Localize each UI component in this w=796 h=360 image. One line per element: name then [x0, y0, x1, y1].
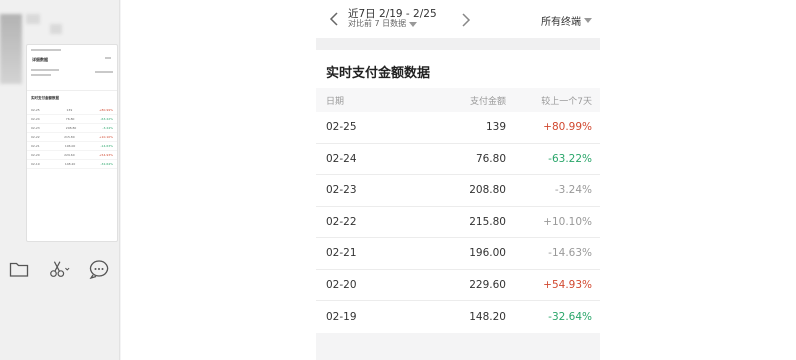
caret-down-icon	[409, 22, 418, 28]
terminal-filter-dropdown[interactable]: 所有终端	[541, 13, 592, 28]
column-header-amount: 支付金额	[469, 96, 506, 107]
thumbnail-table: 02-25 139 +80.99% 02-24 76.80 -63.22% 02-23 208…	[27, 106, 117, 169]
row-change: -3.24%	[554, 184, 592, 197]
thumbnail-row-date: 02-21	[31, 144, 40, 148]
thumbnail-row-change: -32.64%	[100, 162, 113, 166]
thumbnail-row-change: -3.24%	[102, 126, 113, 130]
table-body: 02-25 139 +80.99% 02-24 76.80 -63.22% 02…	[316, 112, 600, 333]
chevron-right-icon	[462, 13, 471, 27]
date-range-bar: 近7日 2/19 - 2/25 对比前 7 日数据 所有终端	[316, 0, 600, 38]
row-change: -14.63%	[548, 247, 592, 260]
table-row[interactable]: 02-25 139 +80.99%	[316, 112, 600, 144]
thumbnail-row-date: 02-22	[31, 135, 40, 139]
compare-text: 对比前 7 日数据	[348, 19, 407, 29]
row-amount: 196.00	[469, 247, 506, 260]
terminal-filter-label: 所有终端	[541, 17, 581, 28]
row-change: +80.99%	[543, 121, 592, 134]
row-change: +10.10%	[543, 215, 592, 228]
thumbnail-row-change: +54.93%	[99, 153, 113, 157]
date-range-selector[interactable]: 近7日 2/19 - 2/25 对比前 7 日数据	[348, 8, 437, 29]
scissors-icon	[50, 261, 70, 277]
chat-bubble-icon	[89, 260, 109, 279]
column-header-change: 较上一个7天	[541, 96, 592, 107]
row-date: 02-25	[326, 121, 357, 134]
chat-button[interactable]	[88, 258, 110, 280]
thumbnail-row: 02-23 208.80 -3.24%	[27, 124, 117, 133]
sales-data-panel: 近7日 2/19 - 2/25 对比前 7 日数据 所有终端 实时支付金额数据 …	[316, 0, 600, 360]
compare-selector[interactable]: 对比前 7 日数据	[348, 20, 437, 29]
row-amount: 76.80	[475, 152, 506, 165]
thumbnail-row-amount: 139	[66, 108, 73, 112]
thumbnail-row-amount: 148.20	[64, 162, 76, 166]
row-change: -32.64%	[548, 310, 592, 323]
thumbnail-row-change: +10.10%	[99, 135, 113, 139]
left-chat-pane: 详细数据 实时支付金额数据 02-25 139 +80.99% 02-24 76.80 -…	[0, 0, 120, 360]
thumbnail-header: 详细数据	[27, 45, 117, 91]
table-row[interactable]: 02-23 208.80 -3.24%	[316, 175, 600, 207]
screenshot-thumbnail[interactable]: 详细数据 实时支付金额数据 02-25 139 +80.99% 02-24 76.80 -…	[26, 44, 118, 242]
thumbnail-row-change: -14.63%	[100, 144, 113, 148]
thumbnail-row-change: +80.99%	[99, 108, 113, 112]
blurred-text	[26, 14, 40, 24]
column-header-date: 日期	[326, 96, 345, 107]
thumbnail-row-amount: 208.80	[65, 126, 77, 130]
blurred-avatar	[0, 14, 22, 84]
row-date: 02-19	[326, 310, 357, 323]
table-row[interactable]: 02-20 229.60 +54.93%	[316, 269, 600, 301]
thumbnail-row: 02-24 76.80 -63.22%	[27, 115, 117, 124]
row-date: 02-21	[326, 247, 357, 260]
chevron-left-icon	[329, 12, 338, 26]
thumbnail-row-date: 02-25	[31, 108, 40, 112]
thumbnail-row-date: 02-23	[31, 126, 40, 130]
row-change: -63.22%	[548, 152, 592, 165]
folder-icon	[9, 262, 29, 277]
section-divider	[316, 38, 600, 50]
thumbnail-row-date: 02-24	[31, 117, 40, 121]
thumbnail-row-date: 02-20	[31, 153, 40, 157]
payment-data-card: 实时支付金额数据 日期 支付金额 较上一个7天 02-25 139 +80.99…	[316, 50, 600, 333]
caret-down-icon	[584, 18, 592, 23]
folder-button[interactable]	[8, 258, 30, 280]
chat-toolbar	[8, 258, 110, 280]
thumbnail-row-amount: 215.80	[64, 135, 75, 139]
table-row[interactable]: 02-24 76.80 -63.22%	[316, 143, 600, 175]
row-change: +54.93%	[543, 278, 592, 291]
row-date: 02-22	[326, 215, 357, 228]
table-row[interactable]: 02-22 215.80 +10.10%	[316, 206, 600, 238]
thumbnail-row: 02-22 215.80 +10.10%	[27, 133, 117, 142]
next-period-button[interactable]	[458, 10, 474, 30]
thumbnail-row-amount: 229.60	[64, 153, 75, 157]
thumbnail-row: 02-25 139 +80.99%	[27, 106, 117, 115]
table-row[interactable]: 02-21 196.00 -14.63%	[316, 238, 600, 270]
thumbnail-row-amount: 196.00	[64, 144, 76, 148]
thumbnail-row: 02-19 148.20 -32.64%	[27, 160, 117, 169]
table-header: 日期 支付金额 较上一个7天	[316, 88, 600, 112]
thumbnail-row: 02-21 196.00 -14.63%	[27, 142, 117, 151]
previous-period-button[interactable]	[326, 9, 342, 29]
row-amount: 208.80	[469, 184, 506, 197]
card-title: 实时支付金额数据	[316, 50, 600, 88]
screenshot-button[interactable]	[48, 258, 70, 280]
row-date: 02-20	[326, 278, 357, 291]
blurred-text	[50, 24, 62, 34]
thumbnail-row: 02-20 229.60 +54.93%	[27, 151, 117, 160]
row-amount: 139	[485, 121, 506, 134]
thumbnail-section-title: 实时支付金额数据	[31, 96, 59, 100]
row-date: 02-24	[326, 152, 357, 165]
row-amount: 229.60	[469, 278, 506, 291]
thumbnail-row-change: -63.22%	[100, 117, 113, 121]
row-date: 02-23	[326, 184, 357, 197]
thumbnail-row-date: 02-19	[31, 162, 40, 166]
row-amount: 148.20	[469, 310, 506, 323]
table-row[interactable]: 02-19 148.20 -32.64%	[316, 301, 600, 333]
background-area	[600, 0, 796, 360]
thumbnail-row-amount: 76.80	[65, 117, 75, 121]
thumbnail-title: 详细数据	[32, 57, 48, 62]
background-area	[121, 0, 316, 360]
row-amount: 215.80	[469, 215, 506, 228]
